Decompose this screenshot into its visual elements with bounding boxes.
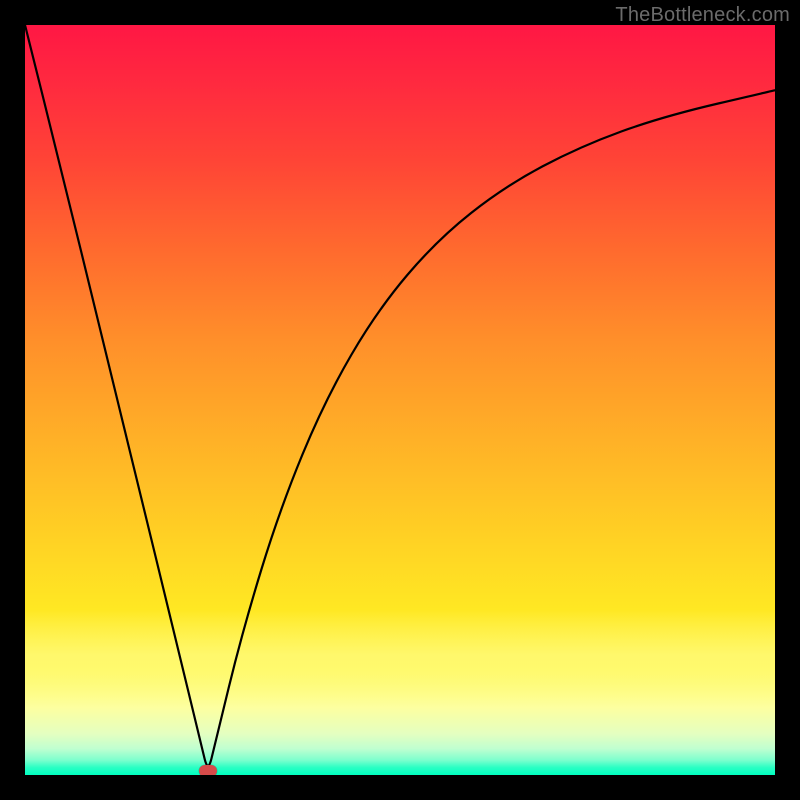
watermark-text: TheBottleneck.com	[615, 4, 790, 27]
plot-area	[25, 25, 775, 775]
chart-frame: TheBottleneck.com	[0, 0, 800, 800]
curve-layer	[25, 25, 775, 775]
bottleneck-curve	[25, 25, 775, 766]
marker-dot	[199, 765, 217, 776]
